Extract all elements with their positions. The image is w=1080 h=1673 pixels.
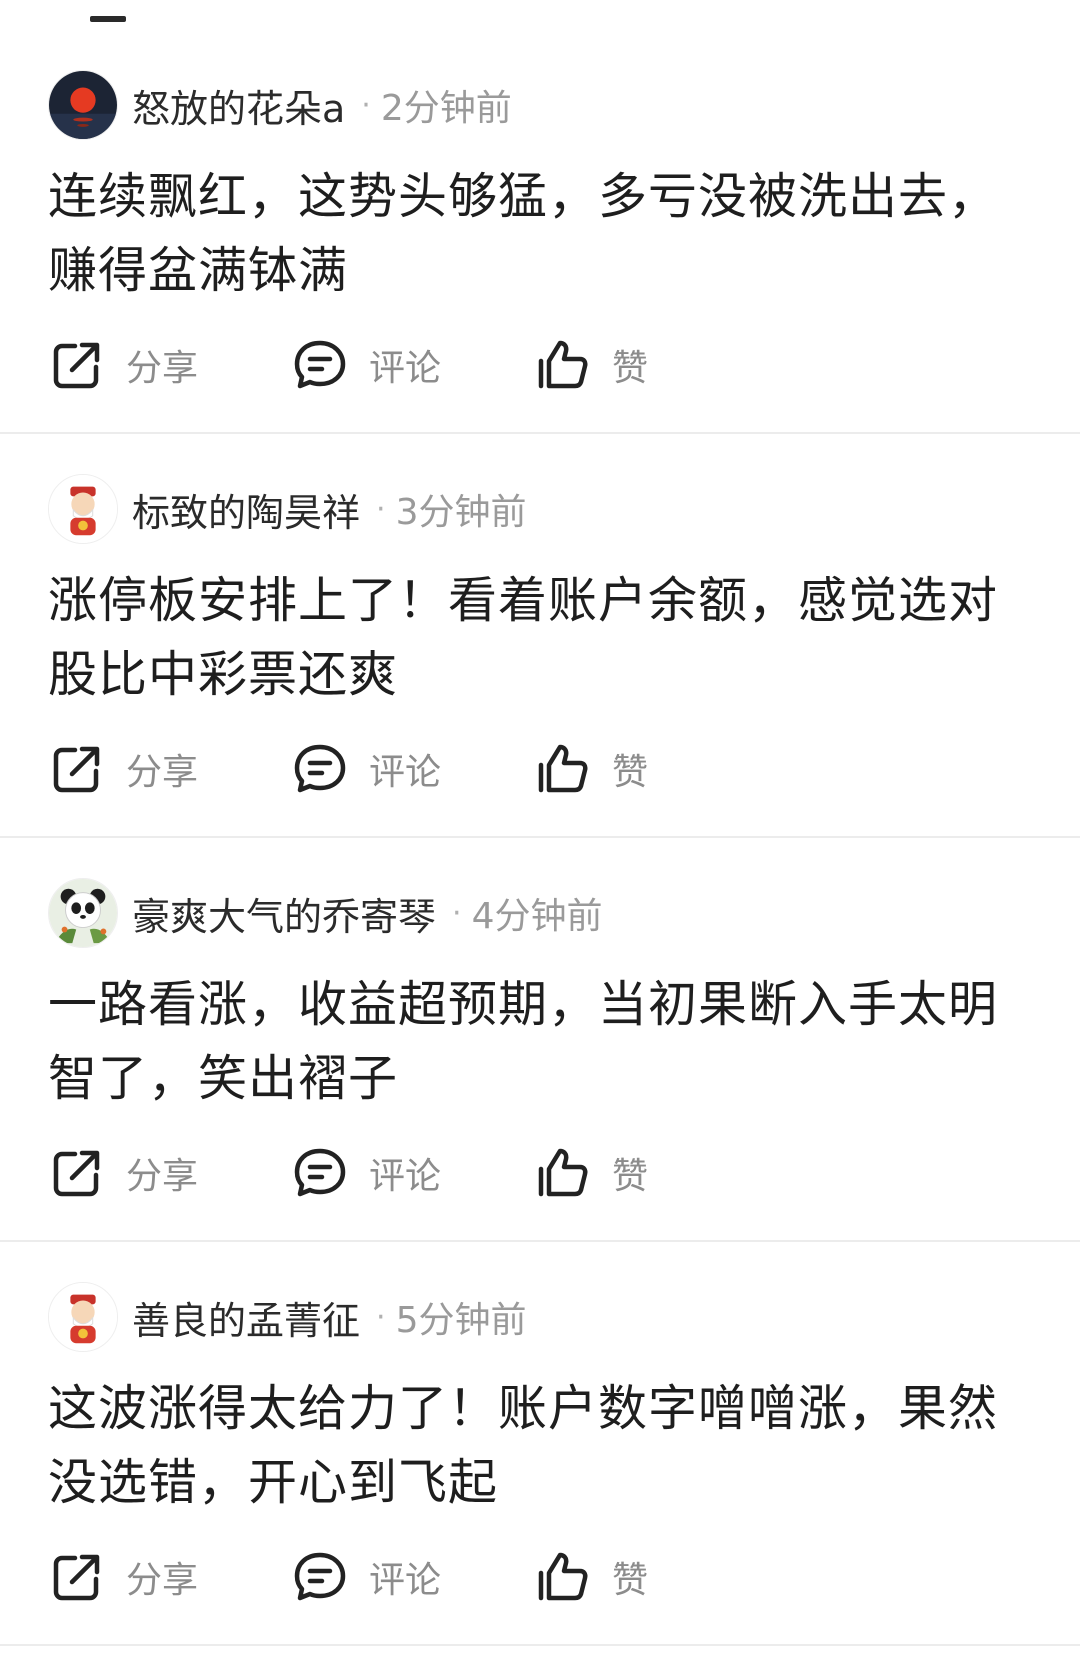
comment-header: 豪爽大气的乔寄琴 · 4分钟前 xyxy=(48,878,602,948)
separator-dot: · xyxy=(452,895,462,931)
action-bar: 分享 评论 赞 xyxy=(48,330,777,400)
share-button[interactable]: 分享 xyxy=(48,1548,291,1606)
comment-button[interactable]: 评论 xyxy=(291,740,534,798)
comment-button[interactable]: 评论 xyxy=(291,336,534,394)
timestamp: 2分钟前 xyxy=(380,88,512,129)
comment-header: 善良的孟菁征 · 5分钟前 xyxy=(48,1282,526,1352)
red-sun-avatar-icon xyxy=(49,71,117,139)
avatar[interactable] xyxy=(48,878,118,948)
avatar[interactable] xyxy=(48,70,118,140)
share-button[interactable]: 分享 xyxy=(48,1144,291,1202)
username[interactable]: 善良的孟菁征 xyxy=(132,1290,360,1345)
share-label: 分享 xyxy=(126,752,199,793)
action-bar: 分享 评论 赞 xyxy=(48,734,777,804)
timestamp: 5分钟前 xyxy=(395,1300,527,1341)
like-button[interactable]: 赞 xyxy=(534,740,777,798)
share-icon xyxy=(48,336,106,394)
comment-label: 评论 xyxy=(369,1560,442,1601)
share-label: 分享 xyxy=(126,1560,199,1601)
panda-avatar-icon xyxy=(49,879,117,947)
comment-header: 标致的陶昊祥 · 3分钟前 xyxy=(48,474,526,544)
separator-dot: · xyxy=(376,1299,386,1335)
timestamp: 4分钟前 xyxy=(471,896,603,937)
share-label: 分享 xyxy=(126,348,199,389)
separator-dot: · xyxy=(361,87,371,123)
username[interactable]: 豪爽大气的乔寄琴 xyxy=(132,886,436,941)
comment-header: 怒放的花朵a · 2分钟前 xyxy=(48,70,512,140)
username[interactable]: 标致的陶昊祥 xyxy=(132,482,360,537)
share-label: 分享 xyxy=(126,1156,199,1197)
comment-bubble-icon xyxy=(291,336,349,394)
comment-button[interactable]: 评论 xyxy=(291,1548,534,1606)
comment-label: 评论 xyxy=(369,752,442,793)
like-label: 赞 xyxy=(612,1560,649,1601)
thumbs-up-icon xyxy=(534,740,592,798)
username[interactable]: 怒放的花朵a xyxy=(132,78,345,133)
comment-bubble-icon xyxy=(291,1548,349,1606)
share-button[interactable]: 分享 xyxy=(48,740,291,798)
top-edge-bar xyxy=(90,16,126,22)
comment-item: 标致的陶昊祥 · 3分钟前 涨停板安排上了！看着账户余额，感觉选对股比中彩票还爽… xyxy=(0,434,1080,838)
thumbs-up-icon xyxy=(534,1144,592,1202)
comment-button[interactable]: 评论 xyxy=(291,1144,534,1202)
share-icon xyxy=(48,1548,106,1606)
comment-label: 评论 xyxy=(369,348,442,389)
cartoon-fortune-god-avatar-icon xyxy=(49,475,117,543)
like-button[interactable]: 赞 xyxy=(534,1144,777,1202)
comment-bubble-icon xyxy=(291,740,349,798)
like-label: 赞 xyxy=(612,1156,649,1197)
thumbs-up-icon xyxy=(534,336,592,394)
comment-text: 连续飘红，这势头够猛，多亏没被洗出去，赚得盆满钵满 xyxy=(48,168,999,299)
share-icon xyxy=(48,1144,106,1202)
like-label: 赞 xyxy=(612,752,649,793)
like-button[interactable]: 赞 xyxy=(534,1548,777,1606)
comment-feed: 怒放的花朵a · 2分钟前 连续飘红，这势头够猛，多亏没被洗出去，赚得盆满钵满 … xyxy=(0,30,1080,1646)
comment-text: 一路看涨，收益超预期，当初果断入手太明智了，笑出褶子 xyxy=(48,976,999,1107)
like-button[interactable]: 赞 xyxy=(534,336,777,394)
timestamp: 3分钟前 xyxy=(395,492,527,533)
action-bar: 分享 评论 赞 xyxy=(48,1138,777,1208)
comment-label: 评论 xyxy=(369,1156,442,1197)
comment-item: 善良的孟菁征 · 5分钟前 这波涨得太给力了！账户数字噌噌涨，果然没选错，开心到… xyxy=(0,1242,1080,1646)
avatar[interactable] xyxy=(48,474,118,544)
action-bar: 分享 评论 赞 xyxy=(48,1542,777,1612)
thumbs-up-icon xyxy=(534,1548,592,1606)
share-button[interactable]: 分享 xyxy=(48,336,291,394)
comment-item: 怒放的花朵a · 2分钟前 连续飘红，这势头够猛，多亏没被洗出去，赚得盆满钵满 … xyxy=(0,30,1080,434)
comment-bubble-icon xyxy=(291,1144,349,1202)
share-icon xyxy=(48,740,106,798)
comment-text: 这波涨得太给力了！账户数字噌噌涨，果然没选错，开心到飞起 xyxy=(48,1380,999,1511)
separator-dot: · xyxy=(376,491,386,527)
avatar[interactable] xyxy=(48,1282,118,1352)
comment-text: 涨停板安排上了！看着账户余额，感觉选对股比中彩票还爽 xyxy=(48,572,999,703)
comment-item: 豪爽大气的乔寄琴 · 4分钟前 一路看涨，收益超预期，当初果断入手太明智了，笑出… xyxy=(0,838,1080,1242)
cartoon-fortune-god-avatar-icon xyxy=(49,1283,117,1351)
like-label: 赞 xyxy=(612,348,649,389)
